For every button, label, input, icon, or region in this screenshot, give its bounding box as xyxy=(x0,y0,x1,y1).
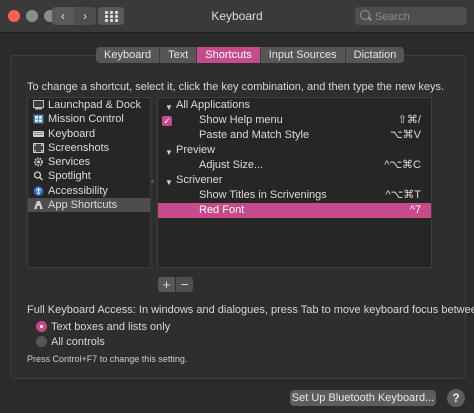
screenshots-icon xyxy=(33,142,44,153)
app-shortcuts-icon xyxy=(34,201,43,210)
category-list: Launchpad & Dock Mission Control Keyboar… xyxy=(27,97,151,268)
shortcut-row-show-help-menu[interactable]: ✓ Show Help menu ⇧⌘/ xyxy=(158,113,431,128)
services-gear-icon xyxy=(34,157,43,167)
category-item-mission-control[interactable]: Mission Control xyxy=(28,112,150,126)
launchpad-dock-icon xyxy=(33,100,44,110)
add-shortcut-button[interactable]: + xyxy=(158,277,175,292)
tab-bar: Keyboard Text Shortcuts Input Sources Di… xyxy=(96,47,405,63)
group-preview[interactable]: ▼ Preview xyxy=(158,143,431,158)
search-icon xyxy=(360,10,370,20)
remove-shortcut-button[interactable]: − xyxy=(176,277,193,292)
question-mark-icon: ? xyxy=(452,391,460,405)
split-divider-handle[interactable] xyxy=(151,180,154,183)
radio-label-all-controls: All controls xyxy=(51,336,105,348)
accessibility-icon xyxy=(33,185,44,196)
help-button[interactable]: ? xyxy=(447,389,465,407)
shortcut-key[interactable]: ^⌥⌘C xyxy=(384,158,421,173)
shortcut-list: ▼ All Applications ✓ Show Help menu ⇧⌘/ … xyxy=(157,97,432,268)
shortcut-row-adjust-size[interactable]: Adjust Size... ^⌥⌘C xyxy=(158,158,431,173)
category-item-launchpad-dock[interactable]: Launchpad & Dock xyxy=(28,98,150,112)
control-f7-hint: Press Control+F7 to change this setting. xyxy=(27,354,188,364)
title-bar: ‹ › Keyboard xyxy=(0,0,474,33)
full-keyboard-access-label: Full Keyboard Access: In windows and dia… xyxy=(27,304,474,316)
tab-dictation[interactable]: Dictation xyxy=(346,47,405,63)
radio-text-boxes-and-lists-only[interactable] xyxy=(36,321,47,332)
category-item-screenshots[interactable]: Screenshots xyxy=(28,141,150,155)
category-item-accessibility[interactable]: Accessibility xyxy=(28,184,150,198)
shortcut-row-paste-and-match-style[interactable]: Paste and Match Style ⌥⌘V xyxy=(158,128,431,143)
category-item-keyboard[interactable]: Keyboard xyxy=(28,127,150,141)
search-input[interactable] xyxy=(373,8,465,25)
radio-all-controls[interactable] xyxy=(36,336,47,347)
category-item-spotlight[interactable]: Spotlight xyxy=(28,169,150,183)
search-field[interactable] xyxy=(355,7,467,25)
checkmark-icon[interactable]: ✓ xyxy=(162,116,172,126)
tab-text[interactable]: Text xyxy=(160,47,198,63)
instructions-text: To change a shortcut, select it, click t… xyxy=(27,81,445,93)
category-item-services[interactable]: Services xyxy=(28,155,150,169)
shortcut-key[interactable]: ⌥⌘V xyxy=(390,128,421,143)
mission-control-icon xyxy=(33,114,44,124)
spotlight-icon xyxy=(33,171,44,182)
radio-label-text-boxes: Text boxes and lists only xyxy=(51,321,171,333)
set-up-bluetooth-keyboard-button[interactable]: Set Up Bluetooth Keyboard... xyxy=(290,390,436,406)
group-scrivener[interactable]: ▼ Scrivener xyxy=(158,173,431,188)
tab-input-sources[interactable]: Input Sources xyxy=(261,47,346,63)
shortcut-key[interactable]: ^7 xyxy=(410,203,421,218)
keyboard-icon xyxy=(33,130,44,137)
shortcut-key[interactable]: ⇧⌘/ xyxy=(398,113,421,128)
shortcut-row-red-font[interactable]: Red Font ^7 xyxy=(158,203,431,218)
shortcut-key[interactable]: ^⌥⌘T xyxy=(385,188,421,203)
tab-shortcuts[interactable]: Shortcuts xyxy=(197,47,261,63)
tab-keyboard[interactable]: Keyboard xyxy=(96,47,161,63)
group-all-applications[interactable]: ▼ All Applications xyxy=(158,98,431,113)
shortcut-row-show-titles-in-scrivenings[interactable]: Show Titles in Scrivenings ^⌥⌘T xyxy=(158,188,431,203)
category-item-app-shortcuts[interactable]: App Shortcuts xyxy=(28,198,150,213)
